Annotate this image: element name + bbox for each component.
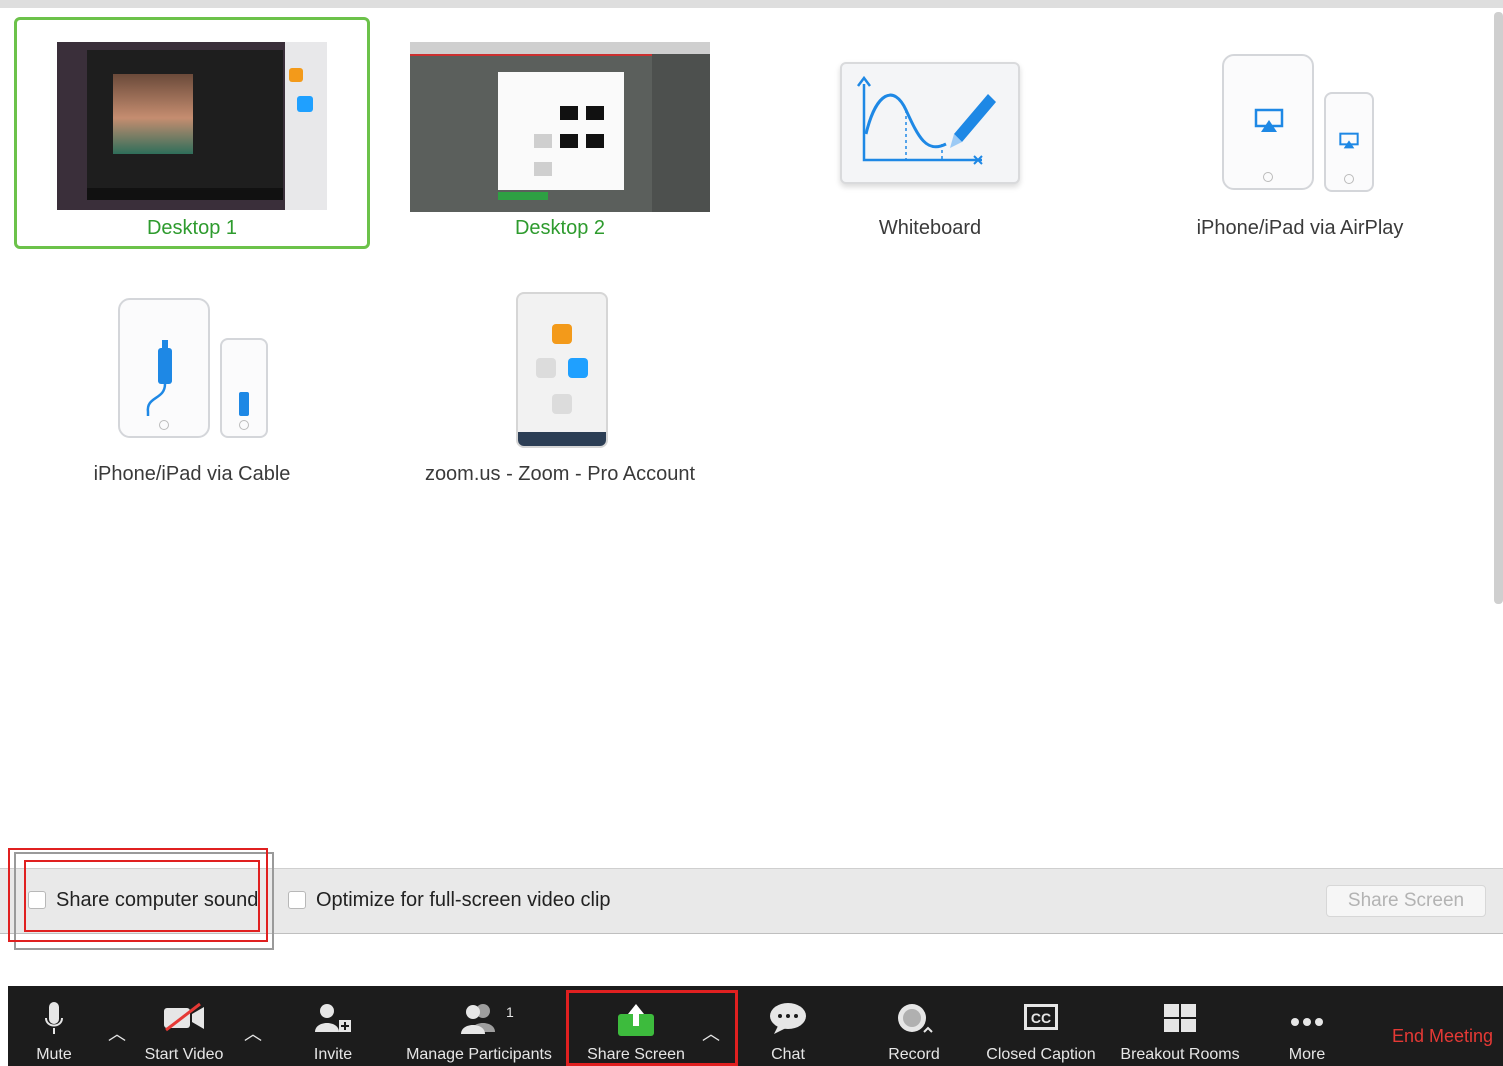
share-option-label: iPhone/iPad via Cable (93, 463, 291, 485)
participant-count: 1 (506, 1004, 514, 1020)
more-label: More (1288, 1046, 1326, 1063)
image-cell (586, 134, 604, 148)
share-option-label: Desktop 2 (514, 217, 606, 239)
closed-caption-label: Closed Caption (986, 1046, 1096, 1063)
share-option-label: Whiteboard (878, 217, 982, 239)
breakout-rooms-icon (1164, 1004, 1196, 1032)
home-button (1344, 174, 1354, 184)
add-person-icon (315, 1004, 351, 1032)
app-icon-preview (536, 358, 556, 378)
participants-icon (461, 1004, 495, 1034)
more-icon (1291, 1018, 1323, 1026)
record-icon (898, 1004, 933, 1033)
start-video-label: Start Video (144, 1046, 224, 1063)
home-button (159, 420, 169, 430)
manage-participants-button[interactable]: 1 Manage Participants (398, 986, 560, 1066)
app-icon-preview (552, 324, 572, 344)
chevron-up-icon[interactable]: ︿ (244, 1020, 262, 1046)
app-icon-preview (297, 96, 313, 112)
zoom-window-thumbnail (516, 292, 608, 448)
ipad-icon (118, 298, 210, 438)
meeting-toolbar-preview (87, 188, 283, 200)
image-cell (560, 134, 578, 148)
airplay-icon (1254, 108, 1284, 132)
ipad-icon (1222, 54, 1314, 190)
image-cell (586, 106, 604, 120)
optimize-video-label: Optimize for full-screen video clip (316, 888, 611, 911)
record-button[interactable]: Record (874, 986, 954, 1066)
video-off-icon (164, 1002, 204, 1032)
iphone-icon (1324, 92, 1374, 192)
desktop-1-thumbnail (57, 42, 327, 210)
document-preview (498, 72, 624, 190)
desktop-2-thumbnail (410, 42, 710, 212)
cable-icon (146, 340, 172, 416)
share-option-label: iPhone/iPad via AirPlay (1196, 217, 1404, 239)
more-button[interactable]: More (1278, 986, 1336, 1066)
share-option-label: zoom.us - Zoom - Pro Account (424, 463, 696, 485)
invite-button[interactable]: Invite (298, 986, 368, 1066)
end-meeting-button[interactable]: End Meeting (1392, 1026, 1493, 1047)
participant-video-preview (113, 74, 193, 154)
breakout-rooms-label: Breakout Rooms (1120, 1046, 1240, 1063)
breakout-rooms-button[interactable]: Breakout Rooms (1114, 986, 1246, 1066)
chat-label: Chat (771, 1046, 805, 1063)
image-cell (560, 106, 578, 120)
whiteboard-icon (840, 62, 1020, 184)
app-icon-preview (552, 394, 572, 414)
app-icon-preview (289, 68, 303, 82)
manage-participants-label: Manage Participants (406, 1046, 552, 1063)
closed-caption-button[interactable]: CC Closed Caption (976, 986, 1106, 1066)
home-button (1263, 172, 1273, 182)
share-option-label: Desktop 1 (146, 217, 238, 239)
invite-label: Invite (313, 1046, 353, 1063)
home-button (239, 420, 249, 430)
window-toolbar-preview (518, 432, 606, 446)
svg-text:CC: CC (1031, 1010, 1051, 1026)
right-panel-preview (652, 54, 710, 212)
share-screen-button[interactable]: Share Screen (1326, 885, 1486, 917)
checkbox-box[interactable] (288, 891, 306, 909)
mute-label: Mute (36, 1046, 72, 1063)
chat-button[interactable]: Chat (758, 986, 818, 1066)
microphone-icon (45, 1002, 63, 1034)
vertical-scrollbar[interactable] (1494, 12, 1503, 604)
window-top-edge (0, 0, 1503, 8)
annotation-highlight-share-screen (566, 990, 738, 1066)
mute-button[interactable]: Mute (24, 986, 84, 1066)
cable-connector-icon (239, 392, 249, 416)
chat-icon (770, 1003, 806, 1034)
record-label: Record (888, 1046, 940, 1063)
green-button-preview (498, 192, 548, 200)
airplay-icon (1339, 132, 1359, 149)
chevron-up-icon[interactable]: ︿ (108, 1020, 126, 1046)
image-cell (534, 162, 552, 176)
optimize-video-checkbox[interactable]: Optimize for full-screen video clip (288, 887, 611, 913)
annotation-highlight-red-inner (24, 860, 260, 932)
iphone-icon (220, 338, 268, 438)
app-icon-preview (568, 358, 588, 378)
meeting-toolbar: Mute ︿ Start Video ︿ Invite 1 Manage Par… (8, 986, 1503, 1066)
image-cell (534, 134, 552, 148)
start-video-button[interactable]: Start Video (134, 986, 234, 1066)
cc-icon: CC (1024, 1004, 1058, 1030)
